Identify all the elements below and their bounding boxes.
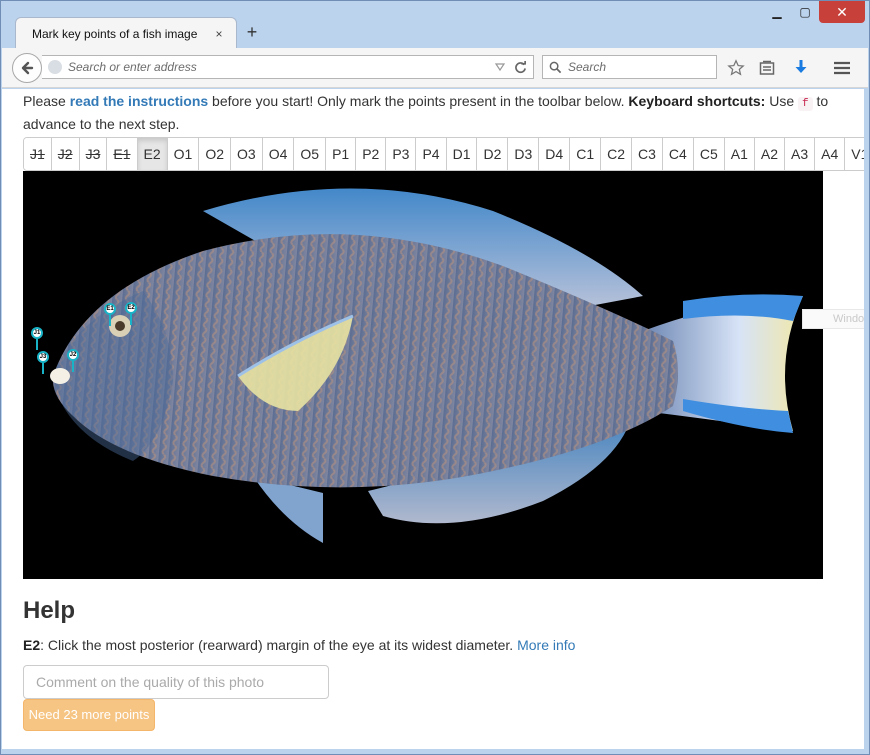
address-bar[interactable]: Search or enter address bbox=[42, 55, 534, 79]
marker-stem bbox=[130, 314, 132, 325]
toolbar-button-d3[interactable]: D3 bbox=[508, 138, 540, 170]
toolbar-button-o3[interactable]: O3 bbox=[231, 138, 263, 170]
toolbar-button-v1[interactable]: V1 bbox=[845, 138, 864, 170]
help-point-label: E2 bbox=[23, 637, 41, 653]
star-icon bbox=[727, 59, 745, 76]
globe-icon bbox=[48, 60, 62, 74]
marker-j3-label: J3 bbox=[37, 351, 49, 363]
toolbar-button-o4[interactable]: O4 bbox=[262, 138, 295, 170]
toolbar-button-d2[interactable]: D2 bbox=[477, 138, 509, 170]
toolbar-button-j2[interactable]: J2 bbox=[51, 138, 80, 170]
intro-text: Please read the instructions before you … bbox=[23, 91, 853, 134]
tab-title: Mark key points of a fish image bbox=[32, 26, 198, 41]
back-arrow-icon bbox=[21, 61, 34, 75]
page-content: Please read the instructions before you … bbox=[2, 89, 864, 749]
shortcut-key: f bbox=[798, 97, 813, 111]
marker-e1-label: E1 bbox=[104, 303, 116, 315]
toolbar-button-a1[interactable]: A1 bbox=[724, 138, 755, 170]
submit-button[interactable]: Need 23 more points bbox=[23, 699, 155, 731]
search-bar[interactable]: Search bbox=[542, 55, 717, 79]
toolbar-button-d1[interactable]: D1 bbox=[446, 138, 478, 170]
toolbar-button-p1[interactable]: P1 bbox=[326, 138, 357, 170]
marker-e2[interactable]: E2 bbox=[125, 302, 137, 325]
toolbar-button-c3[interactable]: C3 bbox=[632, 138, 663, 170]
new-tab-button[interactable]: + bbox=[241, 21, 263, 43]
marker-stem bbox=[109, 315, 111, 326]
landmark-toolbar: J1 J2 J3 E1 E2 O1 O2 O3 O4 O5 P1 P2 P3 P4 D1 D2 D3 D4 C1 C2… bbox=[23, 137, 864, 171]
browser-tab[interactable]: Mark key points of a fish image × bbox=[15, 17, 237, 49]
help-text: E2: Click the most posterior (rearward) … bbox=[23, 637, 575, 653]
toolbar-button-e1[interactable]: E1 bbox=[107, 138, 138, 170]
menu-button[interactable] bbox=[832, 58, 852, 78]
toolbar-button-p3[interactable]: P3 bbox=[386, 138, 417, 170]
search-icon bbox=[549, 61, 562, 73]
search-placeholder: Search bbox=[568, 60, 607, 74]
toolbar-button-j3[interactable]: J3 bbox=[79, 138, 108, 170]
toolbar-button-c2[interactable]: C2 bbox=[601, 138, 633, 170]
fish-photo[interactable]: J1 J3 J2 E1 E2 bbox=[23, 171, 823, 579]
tab-close-icon[interactable]: × bbox=[212, 27, 226, 41]
marker-j2[interactable]: J2 bbox=[67, 349, 79, 372]
marker-j2-label: J2 bbox=[67, 349, 79, 361]
reload-icon[interactable] bbox=[514, 60, 527, 74]
address-placeholder: Search or enter address bbox=[68, 60, 197, 74]
downloads-button[interactable] bbox=[791, 58, 811, 78]
marker-j3[interactable]: J3 bbox=[37, 351, 49, 374]
ghost-window-label: Window bbox=[802, 309, 864, 329]
toolbar-button-o1[interactable]: O1 bbox=[167, 138, 200, 170]
maximize-button[interactable]: ▢ bbox=[791, 1, 819, 23]
navigation-bar: Search or enter address Search bbox=[2, 48, 868, 88]
fish-illustration bbox=[50, 188, 803, 543]
toolbar-button-o5[interactable]: O5 bbox=[294, 138, 327, 170]
window-controls: ▁ ▢ ✕ bbox=[763, 1, 865, 23]
help-heading: Help bbox=[23, 597, 76, 624]
download-icon bbox=[795, 60, 807, 73]
intro-mid: before you start! Only mark the points p… bbox=[208, 93, 629, 109]
toolbar-button-a2[interactable]: A2 bbox=[754, 138, 785, 170]
toolbar-button-e2[interactable]: E2 bbox=[137, 138, 168, 170]
reading-list-button[interactable] bbox=[757, 58, 777, 78]
toolbar-button-c5[interactable]: C5 bbox=[693, 138, 725, 170]
dropdown-icon[interactable] bbox=[494, 61, 506, 73]
keyboard-shortcuts-label: Keyboard shortcuts: bbox=[628, 93, 766, 109]
bookmark-star-button[interactable] bbox=[726, 58, 746, 78]
intro-use: Use bbox=[765, 93, 799, 109]
marker-stem bbox=[42, 363, 44, 374]
reading-list-icon bbox=[759, 60, 775, 75]
toolbar-button-p4[interactable]: P4 bbox=[416, 138, 447, 170]
marker-j1[interactable]: J1 bbox=[31, 327, 43, 350]
instructions-link[interactable]: read the instructions bbox=[70, 93, 208, 109]
toolbar-button-j1[interactable]: J1 bbox=[24, 138, 52, 170]
toolbar-button-c4[interactable]: C4 bbox=[662, 138, 694, 170]
menu-icon bbox=[834, 61, 850, 75]
marker-stem bbox=[36, 339, 38, 350]
toolbar-button-p2[interactable]: P2 bbox=[356, 138, 387, 170]
browser-window: ▁ ▢ ✕ Mark key points of a fish image × … bbox=[0, 0, 870, 755]
marker-e1[interactable]: E1 bbox=[104, 303, 116, 326]
marker-j1-label: J1 bbox=[31, 327, 43, 339]
toolbar-button-c1[interactable]: C1 bbox=[570, 138, 602, 170]
toolbar-button-a3[interactable]: A3 bbox=[784, 138, 816, 170]
toolbar-button-a4[interactable]: A4 bbox=[815, 138, 846, 170]
more-info-link[interactable]: More info bbox=[517, 637, 575, 653]
help-description: : Click the most posterior (rearward) ma… bbox=[40, 637, 518, 653]
comment-input[interactable] bbox=[23, 665, 329, 699]
toolbar-button-d4[interactable]: D4 bbox=[539, 138, 571, 170]
toolbar-button-o2[interactable]: O2 bbox=[199, 138, 232, 170]
minimize-button[interactable]: ▁ bbox=[763, 1, 791, 23]
marker-e2-label: E2 bbox=[125, 302, 137, 314]
close-window-button[interactable]: ✕ bbox=[819, 1, 865, 23]
back-button[interactable] bbox=[12, 53, 42, 83]
marker-stem bbox=[72, 361, 74, 372]
intro-lead: Please bbox=[23, 93, 70, 109]
